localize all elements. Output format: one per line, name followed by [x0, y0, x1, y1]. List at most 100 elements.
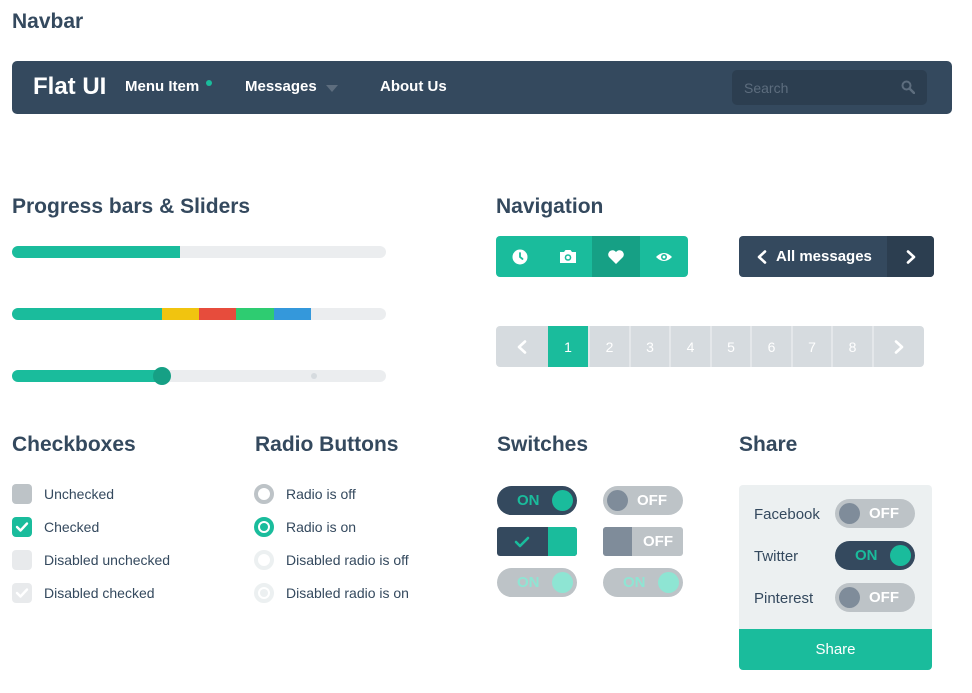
nav-item-menu[interactable]: Menu Item — [125, 78, 199, 95]
checkboxes-heading: Checkboxes — [12, 433, 136, 456]
progress-bar-single — [12, 246, 386, 258]
checkbox-checked[interactable] — [12, 517, 32, 537]
icon-nav-bar — [496, 236, 688, 277]
pagination-prev[interactable] — [496, 326, 548, 367]
slider-tick — [311, 373, 317, 379]
checkbox-unchecked[interactable] — [12, 484, 32, 504]
switch-disabled-on-alt: ON — [603, 568, 683, 597]
switch-label: OFF — [643, 533, 673, 550]
switch-label: ON — [623, 574, 646, 591]
share-heading: Share — [739, 433, 798, 456]
progress-fill — [12, 246, 181, 258]
switch-knob — [839, 503, 860, 524]
next-message-button[interactable] — [887, 236, 934, 277]
radio-label: Radio is on — [286, 519, 357, 535]
switch-square-handle — [603, 527, 632, 556]
page-1[interactable]: 1 — [548, 326, 588, 367]
chevron-right-icon — [894, 339, 904, 354]
clock-button[interactable] — [496, 236, 544, 277]
share-network-label: Twitter — [754, 548, 799, 565]
chevron-right-icon — [906, 249, 915, 264]
checkmark-icon — [15, 522, 29, 532]
switch-knob — [607, 490, 628, 511]
clock-icon — [512, 249, 528, 264]
progress-segment-yellow — [161, 308, 199, 320]
switch-on[interactable]: ON — [497, 486, 577, 515]
nav-item-about[interactable]: About Us — [380, 78, 447, 95]
all-messages-group: All messages — [739, 236, 934, 277]
navbar-heading: Navbar — [12, 10, 84, 33]
chevron-down-icon[interactable] — [326, 85, 338, 92]
chevron-left-icon — [517, 339, 527, 354]
page-3[interactable]: 3 — [629, 326, 669, 367]
page-6[interactable]: 6 — [750, 326, 791, 367]
search-input[interactable] — [732, 70, 892, 105]
page-2[interactable]: 2 — [588, 326, 629, 367]
radio-label: Radio is off — [286, 486, 356, 502]
progress-segment-turquoise — [12, 308, 162, 320]
radio-disabled-off — [254, 550, 274, 570]
switch-label: ON — [517, 492, 540, 509]
page-5[interactable]: 5 — [710, 326, 750, 367]
switch-knob — [552, 490, 573, 511]
progress-segment-blue — [273, 308, 312, 320]
all-messages-button[interactable]: All messages — [739, 236, 887, 277]
page-4[interactable]: 4 — [669, 326, 710, 367]
checkbox-disabled-unchecked — [12, 550, 32, 570]
heart-icon — [608, 249, 624, 264]
checkmark-icon — [514, 536, 530, 548]
switch-square-off[interactable]: OFF — [603, 527, 683, 556]
navbar-brand[interactable]: Flat UI — [33, 73, 106, 101]
switches-heading: Switches — [497, 433, 589, 456]
switch-square-on[interactable] — [497, 527, 577, 556]
share-network-label: Facebook — [754, 506, 820, 523]
progress-segment-green — [236, 308, 274, 320]
switch-label: OFF — [869, 505, 899, 522]
checkmark-icon — [15, 588, 29, 598]
progress-bar-stacked — [12, 308, 386, 320]
switch-label: ON — [517, 574, 540, 591]
radios-heading: Radio Buttons — [255, 433, 399, 456]
switch-knob — [552, 572, 573, 593]
notification-dot — [206, 80, 212, 86]
navigation-heading: Navigation — [496, 195, 604, 218]
navbar-search — [732, 70, 927, 105]
pinterest-switch[interactable]: OFF — [835, 583, 915, 612]
page-8[interactable]: 8 — [831, 326, 872, 367]
radio-label: Disabled radio is off — [286, 552, 409, 568]
switch-label: OFF — [637, 492, 667, 509]
switch-knob — [890, 545, 911, 566]
slider-track[interactable] — [12, 370, 386, 382]
share-button[interactable]: Share — [739, 629, 932, 670]
radio-on[interactable] — [254, 517, 274, 537]
radio-dot — [260, 523, 268, 531]
progress-heading: Progress bars & Sliders — [12, 195, 251, 218]
eye-button[interactable] — [640, 236, 688, 277]
radio-label: Disabled radio is on — [286, 585, 409, 601]
checkbox-label: Checked — [44, 519, 100, 535]
radio-disabled-on — [254, 583, 274, 603]
camera-icon — [560, 250, 576, 263]
search-icon[interactable] — [901, 80, 915, 94]
slider-handle[interactable] — [152, 367, 171, 385]
nav-item-messages[interactable]: Messages — [245, 78, 317, 95]
switch-off[interactable]: OFF — [603, 486, 683, 515]
checkbox-disabled-checked — [12, 583, 32, 603]
switch-square-handle — [548, 527, 577, 556]
switch-knob — [839, 587, 860, 608]
switch-knob — [658, 572, 679, 593]
pagination-next[interactable] — [872, 326, 924, 367]
facebook-switch[interactable]: OFF — [835, 499, 915, 528]
share-panel: Facebook OFF Twitter ON Pinterest OFF Sh… — [739, 485, 932, 670]
twitter-switch[interactable]: ON — [835, 541, 915, 570]
checkbox-label: Disabled unchecked — [44, 552, 171, 568]
camera-button[interactable] — [544, 236, 592, 277]
radio-off[interactable] — [254, 484, 274, 504]
heart-button[interactable] — [592, 236, 640, 277]
page-7[interactable]: 7 — [791, 326, 831, 367]
radio-dot — [260, 589, 268, 597]
slider-fill — [12, 370, 162, 382]
eye-icon — [656, 252, 672, 261]
checkbox-label: Disabled checked — [44, 585, 155, 601]
chevron-left-icon — [757, 249, 767, 264]
